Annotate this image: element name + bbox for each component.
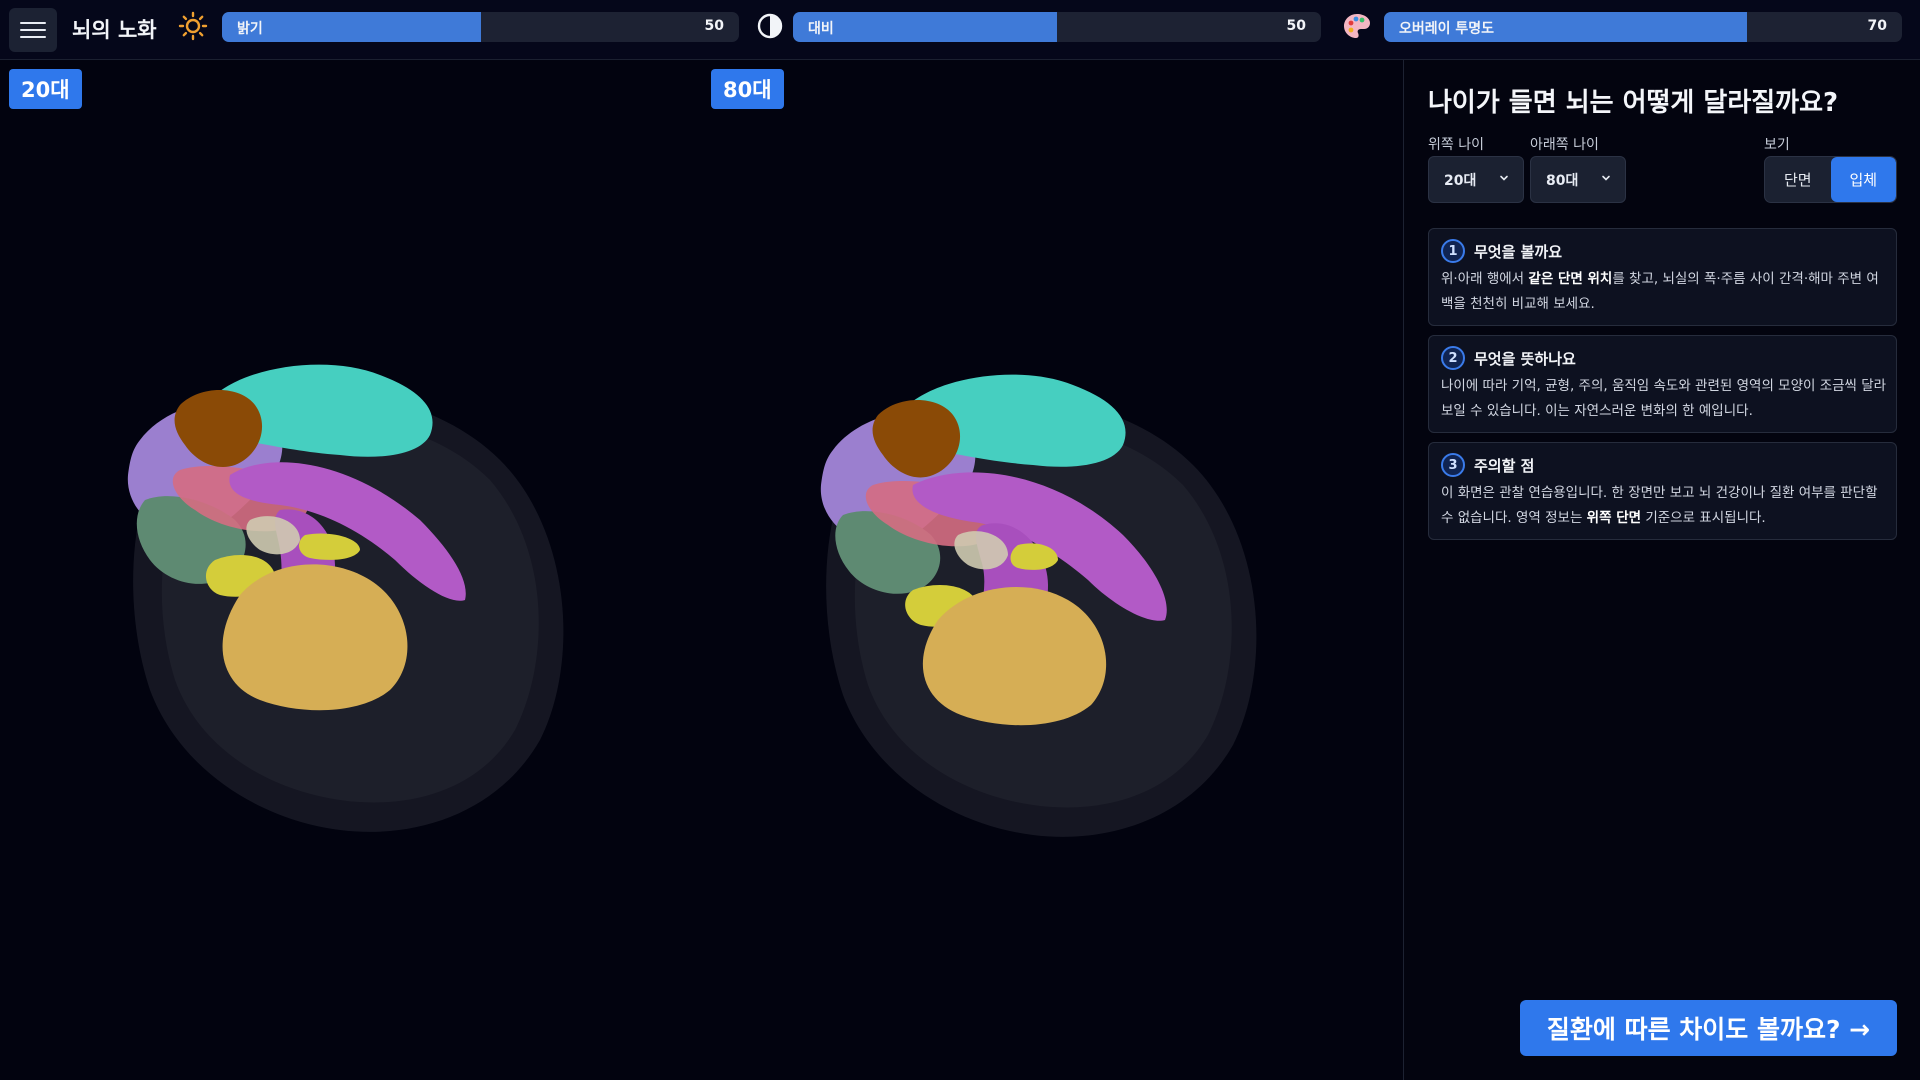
view-option-3d[interactable]: 입체 [1830,157,1896,202]
info-card-caution: 3 주의할 점 이 화면은 관찰 연습용입니다. 한 장면만 보고 뇌 건강이나… [1428,442,1897,540]
chevron-down-icon [1602,175,1610,181]
brain-model-lower[interactable] [813,365,1283,865]
lower-age-select[interactable]: 80대 [1530,156,1626,203]
step-number: 3 [1441,453,1465,477]
contrast-value: 50 [1286,18,1306,34]
step-number: 2 [1441,346,1465,370]
overlay-opacity-label: 오버레이 투명도 [1399,21,1495,37]
age-badge-upper: 20대 [9,69,82,109]
hamburger-icon[interactable] [9,8,57,52]
brightness-slider[interactable]: 밝기 50 [222,12,739,42]
brightness-label: 밝기 [237,21,263,37]
palette-icon [1342,11,1372,41]
app-title: 뇌의 노화 [72,18,157,42]
view-toggle: 단면 입체 [1764,156,1897,203]
card-emphasis: 같은 단면 위치 [1528,271,1613,287]
contrast-slider[interactable]: 대비 50 [793,12,1321,42]
top-bar: 뇌의 노화 밝기 50 대비 50 오버레이 투명도 70 [0,0,1920,60]
card-body: 이 화면은 관찰 연습용입니다. 한 장면만 보고 뇌 건강이나 질환 여부를 … [1441,485,1878,526]
age-badge-lower: 80대 [711,69,784,109]
info-card-meaning: 2 무엇을 뜻하나요 나이에 따라 기억, 균형, 주의, 움직임 속도와 관련… [1428,335,1897,433]
view-option-slice[interactable]: 단면 [1765,157,1831,202]
brightness-value: 50 [704,18,724,34]
brain-viewport-upper[interactable]: 20대 [0,60,700,1080]
card-title: 무엇을 볼까요 [1474,243,1563,261]
upper-age-select[interactable]: 20대 [1428,156,1524,203]
contrast-icon [755,11,785,41]
overlay-opacity-slider[interactable]: 오버레이 투명도 70 [1384,12,1902,42]
chevron-down-icon [1500,175,1508,181]
card-emphasis: 위쪽 단면 [1586,510,1642,526]
step-number: 1 [1441,239,1465,263]
contrast-label: 대비 [808,21,834,37]
compare-disease-button[interactable]: 질환에 따른 차이도 볼까요? → [1520,1000,1897,1056]
lower-age-label: 아래쪽 나이 [1530,137,1599,153]
sun-icon [178,11,208,41]
info-card-what-to-see: 1 무엇을 볼까요 위·아래 행에서 같은 단면 위치를 찾고, 뇌실의 폭·주… [1428,228,1897,326]
card-body: 나이에 따라 기억, 균형, 주의, 움직임 속도와 관련된 영역의 모양이 조… [1441,378,1887,419]
card-title: 주의할 점 [1474,457,1535,475]
upper-age-label: 위쪽 나이 [1428,137,1484,153]
upper-age-value: 20대 [1444,172,1477,189]
card-body: 위·아래 행에서 같은 단면 위치를 찾고, 뇌실의 폭·주름 사이 간격·해마… [1441,271,1879,312]
info-panel: 나이가 들면 뇌는 어떻게 달라질까요? 위쪽 나이 20대 아래쪽 나이 80… [1403,60,1920,1080]
card-title: 무엇을 뜻하나요 [1474,350,1576,368]
brain-viewport-lower[interactable]: 80대 [703,60,1403,1080]
brain-model-upper[interactable] [120,360,580,860]
lower-age-value: 80대 [1546,172,1579,189]
panel-title: 나이가 들면 뇌는 어떻게 달라질까요? [1428,88,1839,118]
overlay-opacity-value: 70 [1867,18,1887,34]
view-label: 보기 [1764,137,1790,153]
